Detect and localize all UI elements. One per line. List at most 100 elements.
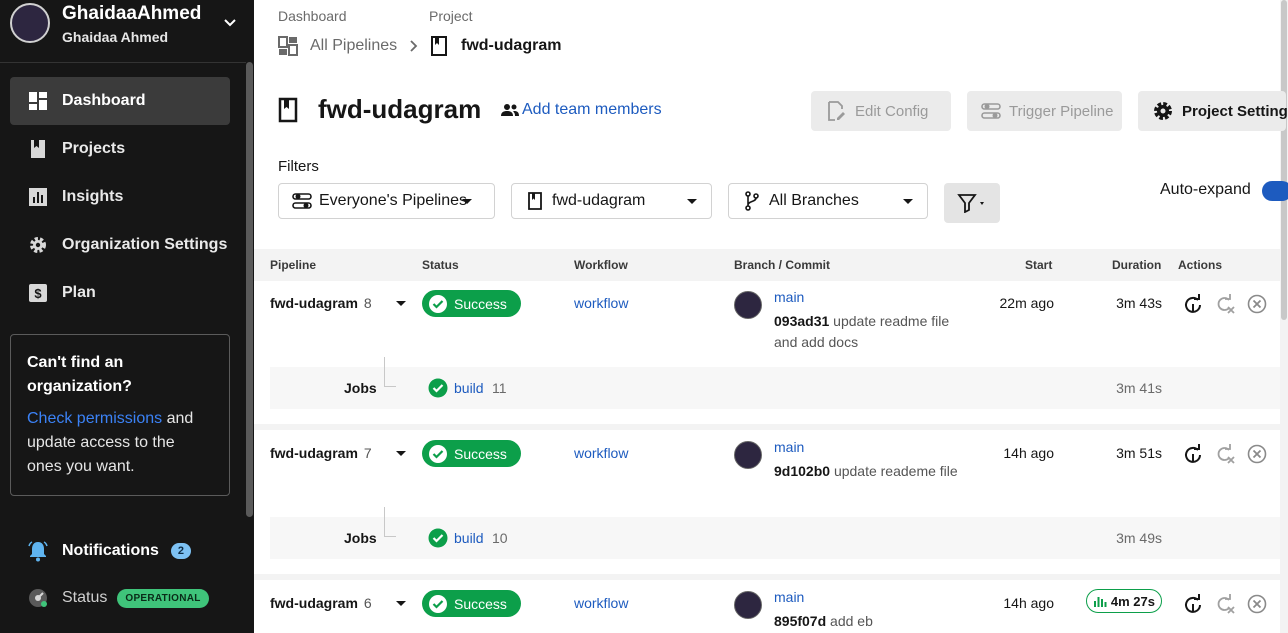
expand-toggle-icon[interactable] <box>396 301 406 306</box>
branch-link[interactable]: main <box>774 439 804 455</box>
breadcrumb-project[interactable]: fwd-udagram <box>429 36 561 56</box>
rerun-icon[interactable] <box>1182 593 1204 615</box>
pipeline-name[interactable]: fwd-udagram 7 <box>270 445 372 461</box>
chevron-down-icon[interactable] <box>220 13 240 33</box>
status-link[interactable]: Status OPERATIONAL <box>28 588 209 608</box>
job-duration: 3m 41s <box>1116 380 1162 396</box>
job-link[interactable]: build <box>454 380 484 396</box>
col-status: Status <box>422 258 459 272</box>
status-label: Status <box>62 589 108 606</box>
org-switcher[interactable]: GhaidaaAhmed Ghaidaa Ahmed <box>10 3 240 45</box>
auto-expand-toggle[interactable] <box>1262 181 1288 201</box>
check-permissions-link[interactable]: Check permissions <box>27 410 162 427</box>
table-row[interactable]: fwd-udagram 6 Success workflow main 895f0… <box>254 581 1280 633</box>
status-badge[interactable]: Success <box>422 290 521 317</box>
project-title: fwd-udagram <box>318 94 482 124</box>
add-team-members-link[interactable]: Add team members <box>500 101 662 119</box>
check-circle-icon <box>428 444 448 464</box>
project-dropdown[interactable]: fwd-udagram <box>511 183 712 219</box>
workflow-link[interactable]: workflow <box>574 295 628 311</box>
workflow-link[interactable]: workflow <box>574 595 628 611</box>
sidebar-item-label: Organization Settings <box>62 236 228 253</box>
breadcrumb-dashboard-label: Dashboard <box>278 8 347 24</box>
col-duration: Duration <box>1112 258 1162 272</box>
filters-label: Filters <box>278 158 319 175</box>
edit-config-button[interactable]: Edit Config <box>811 91 951 131</box>
edit-file-icon <box>825 100 847 122</box>
cancel-icon[interactable] <box>1246 443 1268 465</box>
pipeline-name[interactable]: fwd-udagram 8 <box>270 295 372 311</box>
start-time: 14h ago <box>1003 595 1054 611</box>
commit-message: update reademe file <box>833 463 958 479</box>
bookmark-icon <box>28 139 48 159</box>
duration: 4m 27s <box>1110 593 1155 609</box>
job-number: 11 <box>492 380 507 396</box>
avatar <box>734 441 762 469</box>
sidebar-item-dashboard[interactable]: Dashboard <box>10 77 230 125</box>
notifications-link[interactable]: Notifications 2 <box>28 540 192 562</box>
dashboard-icon <box>28 91 48 111</box>
breadcrumb-project-label: Project <box>429 8 473 24</box>
pipeline-owner-dropdown[interactable]: Everyone's Pipelines <box>278 183 495 219</box>
pipeline-name[interactable]: fwd-udagram 6 <box>270 595 372 611</box>
branch-link[interactable]: main <box>774 589 804 605</box>
col-workflow: Workflow <box>574 258 628 272</box>
org-help-heading: Can't find an organization? <box>27 354 132 395</box>
table-row[interactable]: fwd-udagram 7 Success workflow main 9d102… <box>254 431 1280 517</box>
check-circle-icon <box>428 594 448 614</box>
status-badge[interactable]: Success <box>422 440 521 467</box>
breadcrumb-all-pipelines[interactable]: All Pipelines <box>278 36 397 56</box>
sidebar-nav: Dashboard Projects Insights Organization… <box>10 77 230 317</box>
sidebar-scrollbar[interactable] <box>246 62 253 517</box>
branch-dropdown-value: All Branches <box>769 192 859 209</box>
filter-menu-button[interactable] <box>944 183 1000 223</box>
scrollbar-thumb[interactable] <box>1281 0 1287 320</box>
commit-info[interactable]: 093ad31 update readme file and add docs <box>774 311 974 353</box>
caret-down-icon <box>462 199 472 204</box>
workflow-link[interactable]: workflow <box>574 445 628 461</box>
start-time: 14h ago <box>1003 445 1054 461</box>
sidebar-item-organization-settings[interactable]: Organization Settings <box>10 221 230 269</box>
cancel-icon[interactable] <box>1246 593 1268 615</box>
avatar <box>734 591 762 619</box>
expand-toggle-icon[interactable] <box>396 601 406 606</box>
trigger-pipeline-button[interactable]: Trigger Pipeline <box>967 91 1122 131</box>
rerun-failed-icon[interactable] <box>1214 293 1236 315</box>
row-divider <box>254 424 1280 430</box>
org-name: GhaidaaAhmed <box>62 3 202 24</box>
row-divider <box>254 574 1280 580</box>
caret-down-icon <box>687 199 697 204</box>
expand-toggle-icon[interactable] <box>396 451 406 456</box>
duration-badge: 4m 27s <box>1085 589 1162 613</box>
project-settings-button[interactable]: Project Settings <box>1138 91 1288 131</box>
sidebar-item-projects[interactable]: Projects <box>10 125 230 173</box>
branch-link[interactable]: main <box>774 289 804 305</box>
bar-chart-icon <box>1093 597 1107 607</box>
sidebar-item-insights[interactable]: Insights <box>10 173 230 221</box>
sidebar-item-plan[interactable]: $ Plan <box>10 269 230 317</box>
table-row[interactable]: fwd-udagram 8 Success workflow main 093ad… <box>254 281 1280 367</box>
jobs-row: Jobs build 10 3m 49s <box>270 507 1280 559</box>
rerun-failed-icon[interactable] <box>1214 443 1236 465</box>
check-circle-icon <box>428 528 448 548</box>
sidebar-item-label: Projects <box>62 140 126 157</box>
avatar <box>734 291 762 319</box>
rerun-icon[interactable] <box>1182 293 1204 315</box>
branch-dropdown[interactable]: All Branches <box>728 183 928 219</box>
commit-info[interactable]: 9d102b0 update reademe file <box>774 461 974 482</box>
status-badge[interactable]: Success <box>422 590 521 617</box>
nav-divider <box>0 62 246 63</box>
rerun-failed-icon[interactable] <box>1214 593 1236 615</box>
git-branch-icon <box>741 190 763 212</box>
job-link[interactable]: build <box>454 530 484 546</box>
sliders-icon <box>981 100 1001 122</box>
rerun-icon[interactable] <box>1182 443 1204 465</box>
check-circle-icon <box>428 378 448 398</box>
org-help-text: Check permissions and update access to t… <box>27 407 213 479</box>
sliders-icon <box>291 190 313 212</box>
page-title: fwd-udagram <box>278 94 481 125</box>
cancel-icon[interactable] <box>1246 293 1268 315</box>
col-start: Start <box>1025 258 1053 272</box>
commit-info[interactable]: 895f07d add eb <box>774 611 974 632</box>
team-icon <box>501 104 519 116</box>
